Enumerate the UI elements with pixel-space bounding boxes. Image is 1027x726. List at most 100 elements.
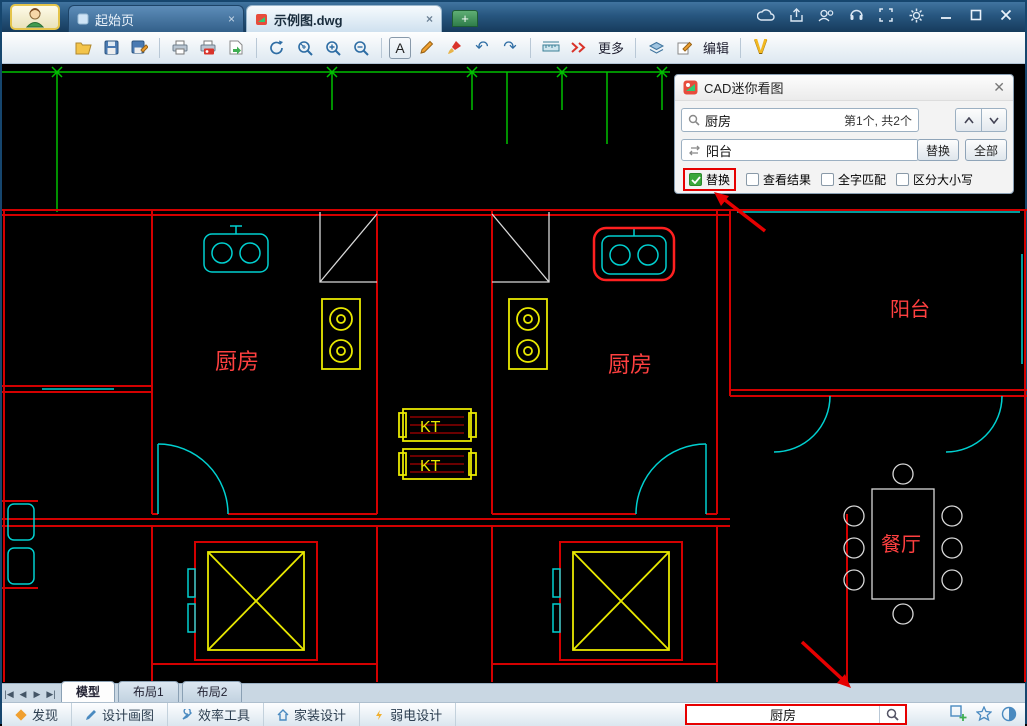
toolbar-divider — [256, 38, 257, 58]
zoom-extents-button[interactable] — [292, 35, 318, 61]
minimize-button[interactable] — [937, 7, 955, 23]
title-bar: 起始页 × 示例图.dwg × + — [2, 2, 1025, 32]
layers-button[interactable] — [643, 35, 669, 61]
statusbar-item-design-draw[interactable]: 设计画图 — [72, 703, 168, 726]
checkbox-replace-mode[interactable]: 替换 — [683, 168, 736, 191]
replace-value: 阳台 — [706, 141, 912, 160]
status-bar: 发现 设计画图 效率工具 家装设计 弱电设计 — [2, 702, 1025, 726]
tab-drawing[interactable]: 示例图.dwg × — [246, 5, 442, 32]
maximize-button[interactable] — [967, 7, 985, 23]
statusbar-item-label: 弱电设计 — [390, 705, 442, 724]
dialog-title: CAD迷你看图 — [704, 78, 783, 97]
favorite-star-icon[interactable] — [976, 706, 992, 725]
checkbox-match-case[interactable]: 区分大小写 — [896, 171, 973, 188]
settings-gear-icon[interactable] — [907, 7, 925, 23]
close-button[interactable] — [997, 7, 1015, 23]
app-window: 起始页 × 示例图.dwg × + — [0, 0, 1027, 724]
statusbar-item-efficiency-tools[interactable]: 效率工具 — [168, 703, 264, 726]
checkbox-view-results[interactable]: 查看结果 — [746, 171, 811, 188]
user-avatar[interactable] — [10, 4, 60, 30]
layout-tab-model[interactable]: 模型 — [61, 681, 115, 702]
result-nav-buttons — [955, 108, 1007, 132]
undo-button[interactable]: ↶ — [469, 35, 495, 61]
search-icon — [886, 708, 899, 721]
checkbox-box — [746, 173, 759, 186]
image-export-button[interactable] — [223, 35, 249, 61]
replace-all-button[interactable]: 全部 — [965, 139, 1007, 161]
duct-label-kt-2: KT — [420, 458, 441, 475]
save-as-button[interactable] — [126, 35, 152, 61]
dialog-title-bar[interactable]: CAD迷你看图 ✕ — [675, 75, 1013, 101]
statusbar-item-label: 设计画图 — [102, 705, 154, 724]
zoom-in-button[interactable] — [320, 35, 346, 61]
theme-contrast-icon[interactable] — [1001, 706, 1017, 725]
statusbar-item-label: 家装设计 — [294, 705, 346, 724]
toolbar-divider — [530, 38, 531, 58]
tab-start-page[interactable]: 起始页 × — [68, 5, 244, 32]
text-tool-glyph: A — [395, 40, 404, 56]
edit-mode-icon[interactable] — [671, 35, 697, 61]
replace-button[interactable]: 替换 — [917, 139, 959, 161]
statusbar-item-low-voltage-design[interactable]: 弱电设计 — [360, 703, 456, 726]
first-layout-button[interactable]: |◀ — [2, 689, 16, 702]
open-file-button[interactable] — [70, 35, 96, 61]
rotate-view-button[interactable] — [264, 35, 290, 61]
text-tool-button[interactable]: A — [389, 37, 411, 59]
save-button[interactable] — [98, 35, 124, 61]
checkbox-box — [689, 173, 702, 186]
quick-search-input[interactable] — [687, 706, 879, 723]
search-input[interactable]: 厨房 第1个, 共2个 — [681, 108, 919, 132]
zoom-out-button[interactable] — [348, 35, 374, 61]
brand-v-logo: V — [748, 36, 773, 59]
statusbar-item-label: 效率工具 — [198, 705, 250, 724]
quick-search-button[interactable] — [879, 706, 905, 723]
redo-button[interactable]: ↷ — [497, 35, 523, 61]
toolbar-divider — [159, 38, 160, 58]
dialog-close-icon[interactable]: ✕ — [993, 79, 1005, 96]
main-toolbar: A ↶ ↷ 更多 编辑 V — [2, 32, 1025, 64]
previous-result-button[interactable] — [955, 108, 981, 132]
layout-tab-layout2[interactable]: 布局2 — [182, 681, 243, 702]
contacts-icon[interactable] — [817, 7, 835, 23]
checkbox-label: 替换 — [706, 171, 730, 188]
next-layout-button[interactable]: ▶ — [30, 689, 44, 702]
layout-tab-strip: |◀ ◀ ▶ ▶| 模型 布局1 布局2 — [2, 683, 1025, 702]
statusbar-item-label: 发现 — [32, 705, 58, 724]
measure-button[interactable] — [538, 35, 564, 61]
avatar-icon — [24, 6, 46, 28]
add-window-icon[interactable] — [950, 705, 967, 725]
fullscreen-icon[interactable] — [877, 7, 895, 23]
pdf-export-button[interactable] — [195, 35, 221, 61]
print-button[interactable] — [167, 35, 193, 61]
previous-layout-button[interactable]: ◀ — [16, 689, 30, 702]
search-icon — [688, 114, 700, 126]
edit-mode-label[interactable]: 编辑 — [699, 38, 733, 57]
design-draw-icon — [85, 709, 97, 721]
checkbox-box — [821, 173, 834, 186]
cloud-icon[interactable] — [757, 7, 775, 23]
green-reference-lines — [2, 67, 670, 212]
support-headset-icon[interactable] — [847, 7, 865, 23]
statusbar-item-discover[interactable]: 发现 — [2, 703, 72, 726]
home-design-icon — [277, 709, 289, 721]
tab-label: 示例图.dwg — [274, 10, 343, 29]
checkbox-whole-word[interactable]: 全字匹配 — [821, 171, 886, 188]
fixture-lines — [8, 212, 1022, 632]
replace-icon — [688, 145, 701, 156]
statusbar-item-home-design[interactable]: 家装设计 — [264, 703, 360, 726]
continuous-measure-button[interactable] — [566, 35, 592, 61]
last-layout-button[interactable]: ▶| — [44, 689, 58, 702]
more-tools-label[interactable]: 更多 — [594, 38, 628, 57]
tab-close-icon[interactable]: × — [228, 12, 235, 26]
discover-icon — [15, 709, 27, 721]
replace-input[interactable]: 阳台 — [681, 139, 919, 161]
new-tab-button[interactable]: + — [452, 10, 478, 27]
search-value: 厨房 — [705, 111, 839, 130]
share-icon[interactable] — [787, 7, 805, 23]
brush-tool-button[interactable] — [441, 35, 467, 61]
pencil-tool-button[interactable] — [413, 35, 439, 61]
tab-close-icon[interactable]: × — [426, 12, 433, 26]
room-label-dining: 餐厅 — [881, 533, 921, 556]
layout-tab-layout1[interactable]: 布局1 — [118, 681, 179, 702]
next-result-button[interactable] — [981, 108, 1007, 132]
